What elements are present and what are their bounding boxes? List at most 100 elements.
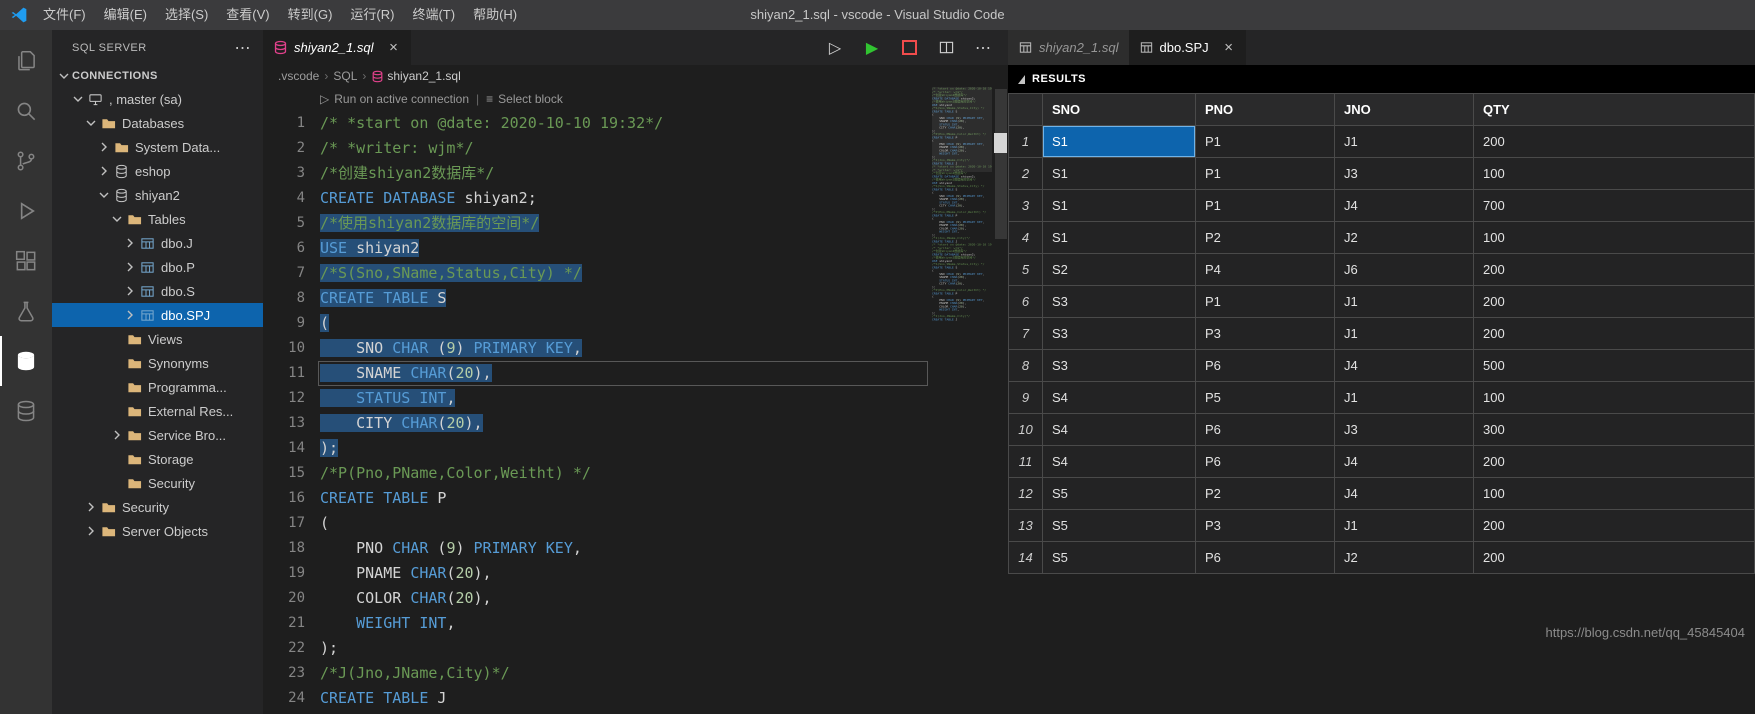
- tree-item-synonyms[interactable]: Synonyms: [52, 351, 263, 375]
- menu-f[interactable]: 文件(F): [34, 0, 95, 30]
- grid-cell[interactable]: 500: [1474, 350, 1755, 382]
- grid-cell[interactable]: P6: [1196, 414, 1335, 446]
- code-line-5[interactable]: 5/*使用shiyan2数据库的空间*/: [263, 211, 1008, 236]
- menu-g[interactable]: 转到(G): [279, 0, 342, 30]
- column-header-qty[interactable]: QTY: [1474, 94, 1755, 126]
- grid-cell[interactable]: S5: [1043, 478, 1196, 510]
- grid-cell[interactable]: P5: [1196, 382, 1335, 414]
- code-line-1[interactable]: 1/* *start on @date: 2020-10-10 19:32*/: [263, 111, 1008, 136]
- grid-cell[interactable]: J1: [1335, 126, 1474, 158]
- grid-cell[interactable]: P1: [1196, 158, 1335, 190]
- tree-item-programma[interactable]: Programma...: [52, 375, 263, 399]
- tree-item-server-objects[interactable]: Server Objects: [52, 519, 263, 543]
- grid-cell[interactable]: 200: [1474, 286, 1755, 318]
- grid-cell[interactable]: P6: [1196, 350, 1335, 382]
- split-editor-icon[interactable]: [937, 39, 955, 57]
- chevron-down-icon[interactable]: [83, 115, 99, 131]
- grid-cell[interactable]: S4: [1043, 446, 1196, 478]
- grid-cell[interactable]: S1: [1043, 222, 1196, 254]
- code-line-21[interactable]: 21 WEIGHT INT,: [263, 611, 1008, 636]
- tree-item-eshop[interactable]: eshop: [52, 159, 263, 183]
- row-number-cell[interactable]: 6: [1009, 286, 1043, 318]
- tab-shiyan2-1-sql[interactable]: shiyan2_1.sql: [1008, 30, 1129, 65]
- grid-cell[interactable]: P1: [1196, 190, 1335, 222]
- tree-item-views[interactable]: Views: [52, 327, 263, 351]
- grid-cell[interactable]: J4: [1335, 446, 1474, 478]
- grid-cell[interactable]: 100: [1474, 382, 1755, 414]
- menu-s[interactable]: 选择(S): [156, 0, 217, 30]
- grid-cell[interactable]: J6: [1335, 254, 1474, 286]
- code-line-14[interactable]: 14);: [263, 436, 1008, 461]
- row-number-cell[interactable]: 3: [1009, 190, 1043, 222]
- grid-cell[interactable]: J3: [1335, 414, 1474, 446]
- grid-cell[interactable]: 200: [1474, 318, 1755, 350]
- code-line-9[interactable]: 9(: [263, 311, 1008, 336]
- grid-cell[interactable]: S1: [1043, 158, 1196, 190]
- tree-item-security[interactable]: Security: [52, 471, 263, 495]
- code-line-16[interactable]: 16CREATE TABLE P: [263, 486, 1008, 511]
- test-flask-icon[interactable]: [0, 286, 52, 336]
- chevron-right-icon[interactable]: [122, 259, 138, 275]
- code-line-10[interactable]: 10 SNO CHAR (9) PRIMARY KEY,: [263, 336, 1008, 361]
- search-icon[interactable]: [0, 86, 52, 136]
- grid-cell[interactable]: P4: [1196, 254, 1335, 286]
- menu-h[interactable]: 帮助(H): [464, 0, 526, 30]
- grid-cell[interactable]: J3: [1335, 158, 1474, 190]
- more-actions-icon[interactable]: ⋯: [235, 38, 252, 58]
- breadcrumb-file[interactable]: shiyan2_1.sql: [387, 69, 460, 83]
- chevron-right-icon[interactable]: [96, 139, 112, 155]
- row-number-cell[interactable]: 2: [1009, 158, 1043, 190]
- grid-cell[interactable]: S3: [1043, 318, 1196, 350]
- tree-item-master-sa[interactable]: , master (sa): [52, 87, 263, 111]
- tree-item-dbo-spj[interactable]: dbo.SPJ: [52, 303, 263, 327]
- grid-cell[interactable]: P3: [1196, 510, 1335, 542]
- chevron-right-icon[interactable]: [83, 523, 99, 539]
- grid-cell[interactable]: J1: [1335, 382, 1474, 414]
- grid-cell[interactable]: 100: [1474, 158, 1755, 190]
- grid-cell[interactable]: J2: [1335, 222, 1474, 254]
- explorer-icon[interactable]: [0, 36, 52, 86]
- database-explorer-icon[interactable]: [0, 386, 52, 436]
- connections-section-header[interactable]: CONNECTIONS: [52, 65, 263, 87]
- breadcrumb-vscode[interactable]: .vscode: [278, 69, 319, 83]
- results-header[interactable]: RESULTS: [1008, 65, 1755, 93]
- code-line-2[interactable]: 2/* *writer: wjm*/: [263, 136, 1008, 161]
- grid-cell[interactable]: 100: [1474, 478, 1755, 510]
- row-number-cell[interactable]: 1: [1009, 126, 1043, 158]
- code-line-8[interactable]: 8CREATE TABLE S: [263, 286, 1008, 311]
- row-number-cell[interactable]: 9: [1009, 382, 1043, 414]
- grid-cell[interactable]: S1: [1043, 190, 1196, 222]
- tree-item-shiyan2[interactable]: shiyan2: [52, 183, 263, 207]
- row-number-cell[interactable]: 8: [1009, 350, 1043, 382]
- sql-server-icon[interactable]: [0, 336, 52, 386]
- code-line-15[interactable]: 15/*P(Pno,PName,Color,Weitht) */: [263, 461, 1008, 486]
- code-line-12[interactable]: 12 STATUS INT,: [263, 386, 1008, 411]
- menu-v[interactable]: 查看(V): [217, 0, 278, 30]
- row-number-cell[interactable]: 13: [1009, 510, 1043, 542]
- row-number-cell[interactable]: 14: [1009, 542, 1043, 574]
- grid-cell[interactable]: S3: [1043, 286, 1196, 318]
- codelens-run-link[interactable]: Run on active connection: [334, 92, 469, 106]
- run-query-icon[interactable]: ▷: [826, 39, 844, 57]
- row-number-cell[interactable]: 4: [1009, 222, 1043, 254]
- code-line-23[interactable]: 23/*J(Jno,JName,City)*/: [263, 661, 1008, 686]
- tab-dbo-spj[interactable]: dbo.SPJ×: [1129, 30, 1246, 65]
- grid-cell[interactable]: P2: [1196, 478, 1335, 510]
- grid-cell[interactable]: 200: [1474, 542, 1755, 574]
- tree-item-storage[interactable]: Storage: [52, 447, 263, 471]
- chevron-right-icon[interactable]: [122, 307, 138, 323]
- more-actions-icon[interactable]: ⋯: [974, 39, 992, 57]
- chevron-right-icon[interactable]: [83, 499, 99, 515]
- row-number-cell[interactable]: 11: [1009, 446, 1043, 478]
- grid-cell[interactable]: J1: [1335, 318, 1474, 350]
- grid-cell[interactable]: S5: [1043, 542, 1196, 574]
- row-number-cell[interactable]: 7: [1009, 318, 1043, 350]
- chevron-right-icon[interactable]: [96, 163, 112, 179]
- row-number-cell[interactable]: 5: [1009, 254, 1043, 286]
- chevron-right-icon[interactable]: [122, 235, 138, 251]
- tree-item-dbo-s[interactable]: dbo.S: [52, 279, 263, 303]
- code-line-3[interactable]: 3/*创建shiyan2数据库*/: [263, 161, 1008, 186]
- grid-cell[interactable]: J4: [1335, 478, 1474, 510]
- code-line-24[interactable]: 24CREATE TABLE J: [263, 686, 1008, 711]
- grid-cell[interactable]: P6: [1196, 542, 1335, 574]
